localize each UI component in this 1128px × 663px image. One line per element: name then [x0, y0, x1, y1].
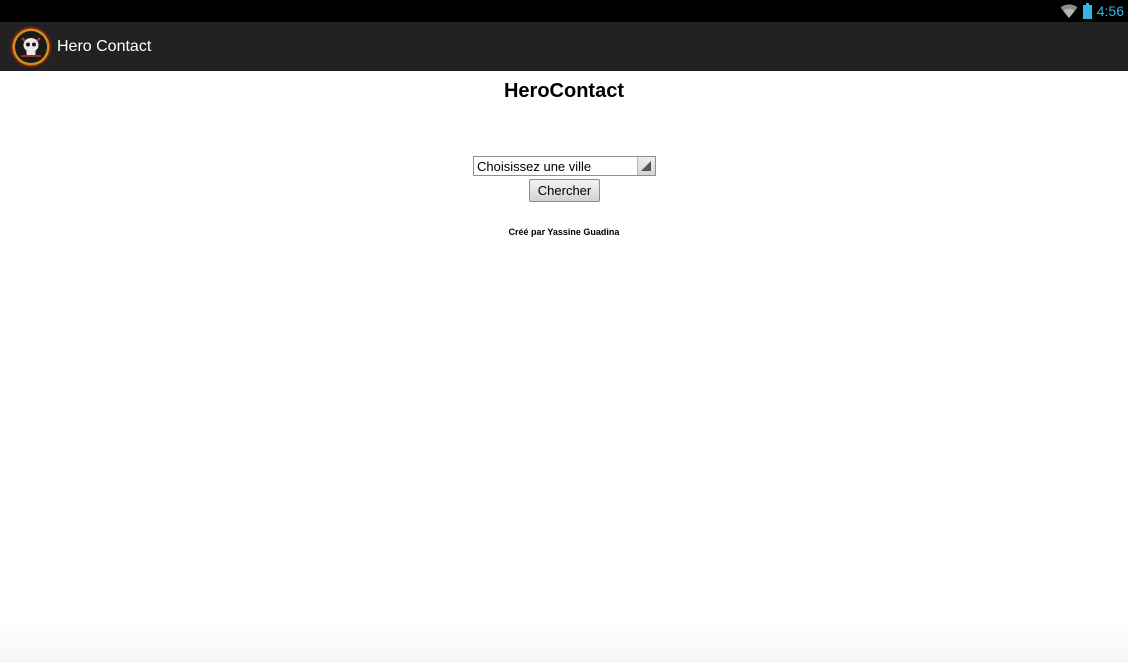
battery-icon: [1082, 3, 1092, 19]
author-credit: Créé par Yassine Guadina: [508, 227, 620, 237]
status-icons: 4:56: [1060, 0, 1124, 22]
bottom-divider: [0, 617, 1128, 663]
main-content: HeroContact Choisissez une ville Cherche…: [0, 71, 1128, 663]
city-select-value: Choisissez une ville: [477, 159, 592, 174]
wifi-icon: [1060, 4, 1078, 18]
app-logo-icon[interactable]: [10, 26, 52, 68]
select-dropdown-button[interactable]: [637, 157, 655, 175]
dropdown-triangle-icon: [641, 161, 651, 171]
app-title: Hero Contact: [57, 38, 152, 55]
page-title: HeroContact: [503, 80, 624, 102]
city-select[interactable]: Choisissez une ville: [473, 156, 656, 176]
action-bar: Hero Contact: [0, 22, 1128, 71]
status-clock: 4:56: [1096, 3, 1124, 19]
search-button[interactable]: Chercher: [529, 179, 600, 202]
status-bar: 4:56: [0, 0, 1128, 22]
